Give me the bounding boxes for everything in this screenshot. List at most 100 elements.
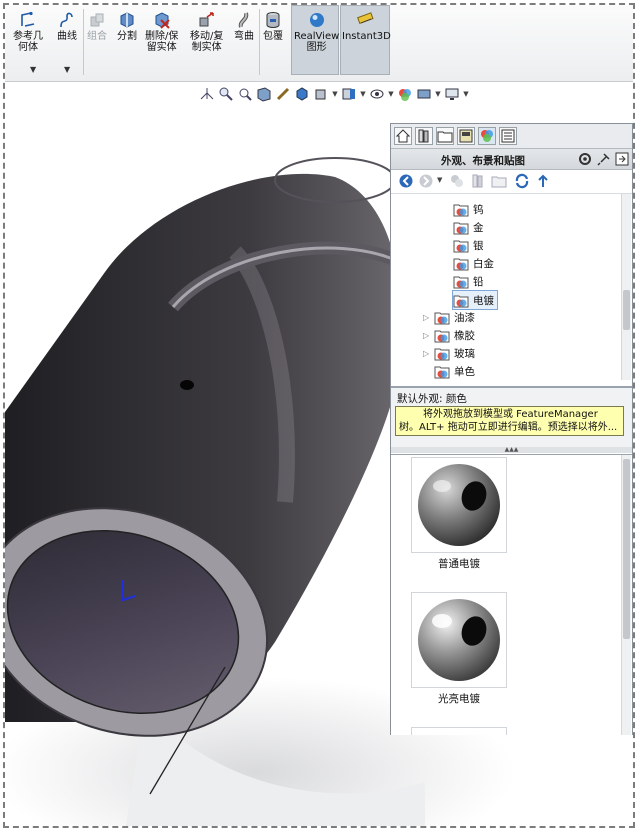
tab-home[interactable]: [394, 127, 412, 145]
window-frame: 参考几 何体 ▼ 曲线 ▼ 组合 分割 删除/保 留实体 移动/复 制实体 弯曲…: [3, 3, 635, 828]
flex-button[interactable]: 弯曲: [234, 11, 254, 42]
drag-hint-tooltip: 将外观拖放到模型或 FeatureManager 树。ALT+ 拖动可立即进行编…: [395, 406, 624, 436]
create-folder-icon[interactable]: [491, 173, 507, 189]
section-view-icon[interactable]: [256, 86, 272, 102]
wrap-button[interactable]: 包覆: [263, 11, 283, 42]
add-to-library-icon[interactable]: [449, 173, 465, 189]
tree-item-paint[interactable]: 油漆: [434, 308, 475, 326]
reference-geometry-button[interactable]: 参考几 何体: [13, 11, 43, 53]
options-gear-icon[interactable]: [578, 152, 592, 166]
appearances-icon: [481, 130, 493, 142]
edit-appearance-icon[interactable]: [369, 86, 385, 102]
realview-label-1: RealView: [294, 31, 340, 42]
move-copy-body-button[interactable]: 移动/复 制实体: [190, 11, 223, 53]
expand-toggle[interactable]: ▷: [423, 313, 429, 322]
pane-splitter[interactable]: ▲▲▲: [391, 447, 632, 453]
previous-view-icon[interactable]: [237, 86, 253, 102]
forward-icon[interactable]: [418, 173, 434, 189]
realview-icon: [309, 13, 324, 27]
tab-file-explorer[interactable]: [436, 127, 454, 145]
tooltip-line-2: 树。ALT+ 拖动可立即进行编辑。预选择以将外...: [399, 422, 618, 433]
hide-show-dropdown[interactable]: ▼: [360, 86, 366, 102]
task-pane-tabs: [391, 124, 632, 149]
apply-scene-icon[interactable]: [397, 86, 413, 102]
tree-item-tungsten[interactable]: 钨: [453, 200, 484, 218]
thumbnail-label: 普通电镀: [438, 558, 480, 570]
tree-item-silver[interactable]: 银: [453, 236, 484, 254]
realview-label-2: 图形: [306, 42, 327, 53]
view-orientation-icon[interactable]: [294, 86, 310, 102]
appearance-folder-icon: [453, 276, 469, 288]
hide-show-items-icon[interactable]: [341, 86, 357, 102]
tab-custom-properties[interactable]: [499, 127, 517, 145]
home-icon: [395, 129, 411, 143]
thumbnail-normal-plating[interactable]: [411, 457, 507, 553]
display-style-dropdown[interactable]: ▼: [332, 86, 338, 102]
split-button[interactable]: 分割: [117, 11, 137, 42]
appearance-folder-icon: [434, 348, 450, 360]
reference-geometry-icon: [21, 11, 35, 27]
tree-item-glass[interactable]: 玻璃: [434, 344, 475, 362]
tab-design-library[interactable]: [415, 127, 433, 145]
curves-dropdown[interactable]: ▼: [64, 65, 70, 74]
reference-geometry-dropdown[interactable]: ▼: [30, 65, 36, 74]
add-location-icon[interactable]: [470, 173, 486, 189]
tree-label: 银: [473, 239, 484, 252]
realview-button[interactable]: RealView 图形: [294, 11, 339, 53]
collapse-pane-icon[interactable]: [615, 152, 629, 166]
tree-item-rubber[interactable]: 橡胶: [434, 326, 475, 344]
wrap-label: 包覆: [263, 31, 283, 42]
tree-label: 玻璃: [454, 347, 475, 360]
task-pane-header: 外观、布景和贴图: [391, 149, 632, 170]
history-dropdown[interactable]: ▼: [437, 176, 442, 184]
expand-toggle[interactable]: ▷: [423, 331, 429, 340]
tree-item-plating-selected[interactable]: 电镀: [452, 290, 498, 310]
curves-button[interactable]: 曲线: [57, 11, 77, 42]
move-copy-body-icon: [199, 12, 214, 27]
view-settings-dropdown[interactable]: ▼: [435, 86, 441, 102]
split-icon: [120, 12, 134, 28]
tree-scrollbar-thumb[interactable]: [623, 290, 630, 330]
gallery-scrollbar-thumb[interactable]: [623, 459, 630, 639]
edit-appearance-dropdown[interactable]: ▼: [388, 86, 394, 102]
gallery-scrollbar[interactable]: [621, 455, 631, 735]
toolbar-separator: [259, 9, 260, 75]
tab-view-palette[interactable]: [457, 127, 475, 145]
back-icon[interactable]: [398, 173, 414, 189]
instant3d-button[interactable]: Instant3D: [342, 11, 391, 42]
command-manager-toolbar: 参考几 何体 ▼ 曲线 ▼ 组合 分割 删除/保 留实体 移动/复 制实体 弯曲…: [5, 5, 633, 82]
tree-scrollbar[interactable]: [621, 194, 631, 380]
thumbnail-bright-plating[interactable]: [411, 592, 507, 688]
up-level-icon[interactable]: [535, 173, 551, 189]
zoom-area-icon[interactable]: [218, 86, 234, 102]
appearance-folder-icon: [453, 240, 469, 252]
combine-icon: [90, 13, 104, 27]
dynamic-annotation-icon[interactable]: [275, 86, 291, 102]
tree-label: 橡胶: [454, 329, 475, 342]
tree-label: 电镀: [473, 294, 494, 307]
appearance-folder-icon: [434, 312, 450, 324]
reference-geometry-label-2: 何体: [18, 42, 38, 53]
appearance-folder-icon: [453, 295, 469, 307]
refresh-icon[interactable]: [514, 173, 530, 189]
expand-toggle[interactable]: ▷: [423, 349, 429, 358]
task-pane: 外观、布景和贴图 ▼ 钨 金 银 白金 铅 电镀 ▷ 油漆 ▷ 橡胶 ▷ 玻璃 …: [390, 123, 633, 735]
tooltip-line-1: 将外观拖放到模型或 FeatureManager: [423, 409, 598, 420]
zoom-fit-icon[interactable]: [199, 86, 215, 102]
combine-button[interactable]: 组合: [87, 11, 107, 42]
view-settings-icon[interactable]: [416, 86, 432, 102]
tree-item-solid-color[interactable]: 单色: [434, 362, 475, 380]
thumbnail-next-partial[interactable]: [411, 727, 507, 735]
tree-item-lead[interactable]: 铅: [453, 272, 484, 290]
tree-item-platinum[interactable]: 白金: [453, 254, 494, 272]
appearance-folder-icon: [434, 330, 450, 342]
monitor-icon[interactable]: [444, 86, 460, 102]
appearance-folder-icon: [434, 366, 450, 378]
tree-item-gold[interactable]: 金: [453, 218, 484, 236]
pin-icon[interactable]: [597, 152, 611, 166]
tab-appearances[interactable]: [478, 127, 496, 145]
monitor-dropdown[interactable]: ▼: [463, 86, 469, 102]
thumbnail-label: 光亮电镀: [438, 693, 480, 705]
delete-keep-body-button[interactable]: 删除/保 留实体: [145, 11, 178, 53]
display-style-icon[interactable]: [313, 86, 329, 102]
